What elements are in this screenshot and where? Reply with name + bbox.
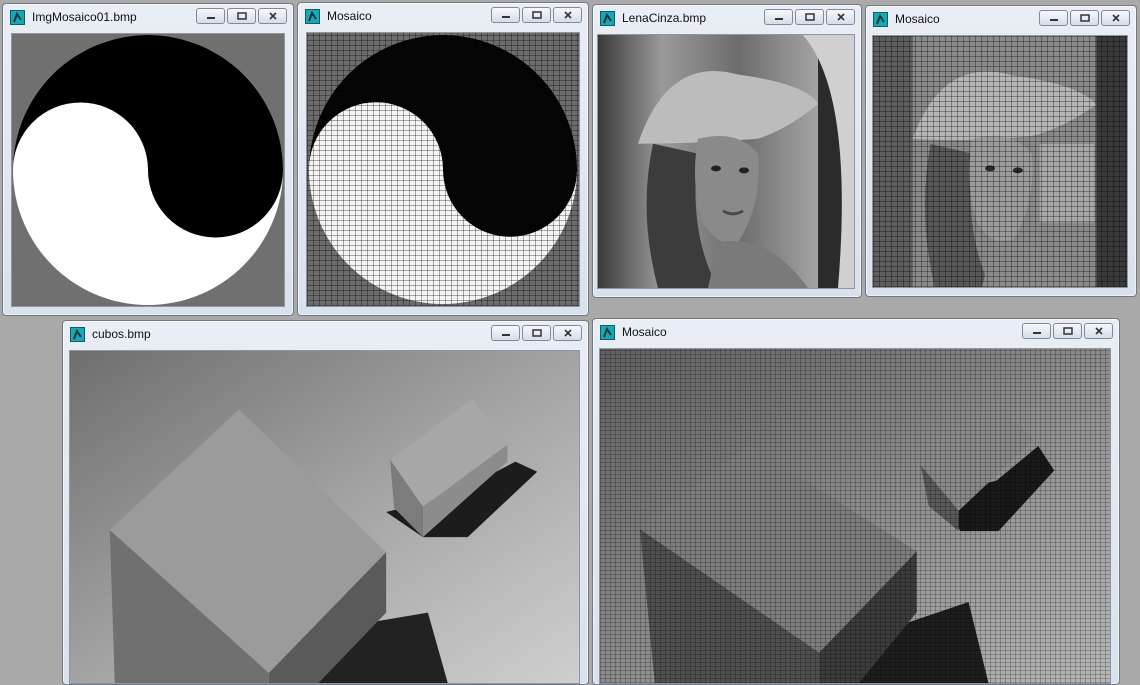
close-button[interactable] — [826, 9, 855, 25]
minimize-icon — [1049, 9, 1059, 27]
mosaic-canvas — [306, 32, 580, 307]
portrait-photo — [598, 35, 854, 288]
maximize-icon — [236, 7, 247, 25]
window-cubos[interactable]: cubos.bmp — [62, 320, 589, 685]
maximize-button[interactable] — [227, 8, 256, 24]
title-bar[interactable]: Mosaico — [866, 6, 1136, 34]
maximize-icon — [804, 8, 815, 26]
title-bar[interactable]: LenaCinza.bmp — [593, 5, 861, 33]
close-button[interactable] — [1101, 10, 1130, 26]
mosaic-canvas — [599, 348, 1111, 684]
close-button[interactable] — [553, 325, 582, 341]
close-icon — [1111, 9, 1121, 27]
window-title: Mosaico — [622, 325, 667, 339]
maximize-icon — [531, 6, 542, 24]
window-mosaico-lena[interactable]: Mosaico — [865, 5, 1137, 297]
yin-yang-mosaic-image — [307, 33, 579, 306]
minimize-button[interactable] — [196, 8, 225, 24]
title-bar[interactable]: cubos.bmp — [63, 321, 588, 349]
minimize-icon — [501, 324, 511, 342]
app-icon — [873, 12, 888, 27]
minimize-icon — [1032, 322, 1042, 340]
cubes-mosaic-image — [600, 349, 1110, 683]
image-canvas — [597, 34, 855, 289]
window-mosaico-yinyang[interactable]: Mosaico — [297, 2, 589, 316]
maximize-button[interactable] — [1053, 323, 1082, 339]
window-title: Mosaico — [895, 12, 940, 26]
maximize-icon — [1079, 9, 1090, 27]
title-bar[interactable]: ImgMosaico01.bmp — [3, 4, 293, 32]
maximize-button[interactable] — [795, 9, 824, 25]
app-icon — [600, 325, 615, 340]
close-button[interactable] — [258, 8, 287, 24]
portrait-mosaic-image — [873, 36, 1127, 287]
image-canvas — [69, 350, 580, 684]
yin-yang-image — [12, 34, 284, 306]
maximize-icon — [531, 324, 542, 342]
app-icon — [600, 11, 615, 26]
title-bar[interactable]: Mosaico — [593, 319, 1119, 347]
minimize-button[interactable] — [491, 325, 520, 341]
window-title: cubos.bmp — [92, 327, 151, 341]
window-title: ImgMosaico01.bmp — [32, 10, 137, 24]
close-icon — [268, 7, 278, 25]
minimize-icon — [774, 8, 784, 26]
maximize-button[interactable] — [522, 7, 551, 23]
mosaic-canvas — [872, 35, 1128, 288]
cubes-photo — [70, 351, 579, 683]
app-icon — [70, 327, 85, 342]
minimize-button[interactable] — [764, 9, 793, 25]
maximize-button[interactable] — [522, 325, 551, 341]
minimize-button[interactable] — [1039, 10, 1068, 26]
minimize-icon — [206, 7, 216, 25]
minimize-button[interactable] — [491, 7, 520, 23]
minimize-button[interactable] — [1022, 323, 1051, 339]
title-bar[interactable]: Mosaico — [298, 3, 588, 31]
window-lenacinza[interactable]: LenaCinza.bmp — [592, 4, 862, 298]
window-title: LenaCinza.bmp — [622, 11, 707, 25]
app-icon — [305, 9, 320, 24]
maximize-button[interactable] — [1070, 10, 1099, 26]
minimize-icon — [501, 6, 511, 24]
close-icon — [563, 6, 573, 24]
close-button[interactable] — [553, 7, 582, 23]
close-icon — [563, 324, 573, 342]
app-icon — [10, 10, 25, 25]
window-title: Mosaico — [327, 9, 372, 23]
maximize-icon — [1062, 322, 1073, 340]
close-icon — [836, 8, 846, 26]
window-mosaico-cubos[interactable]: Mosaico — [592, 318, 1120, 685]
window-imgmosaico01[interactable]: ImgMosaico01.bmp — [2, 3, 294, 316]
close-button[interactable] — [1084, 323, 1113, 339]
close-icon — [1094, 322, 1104, 340]
image-canvas — [11, 33, 285, 307]
